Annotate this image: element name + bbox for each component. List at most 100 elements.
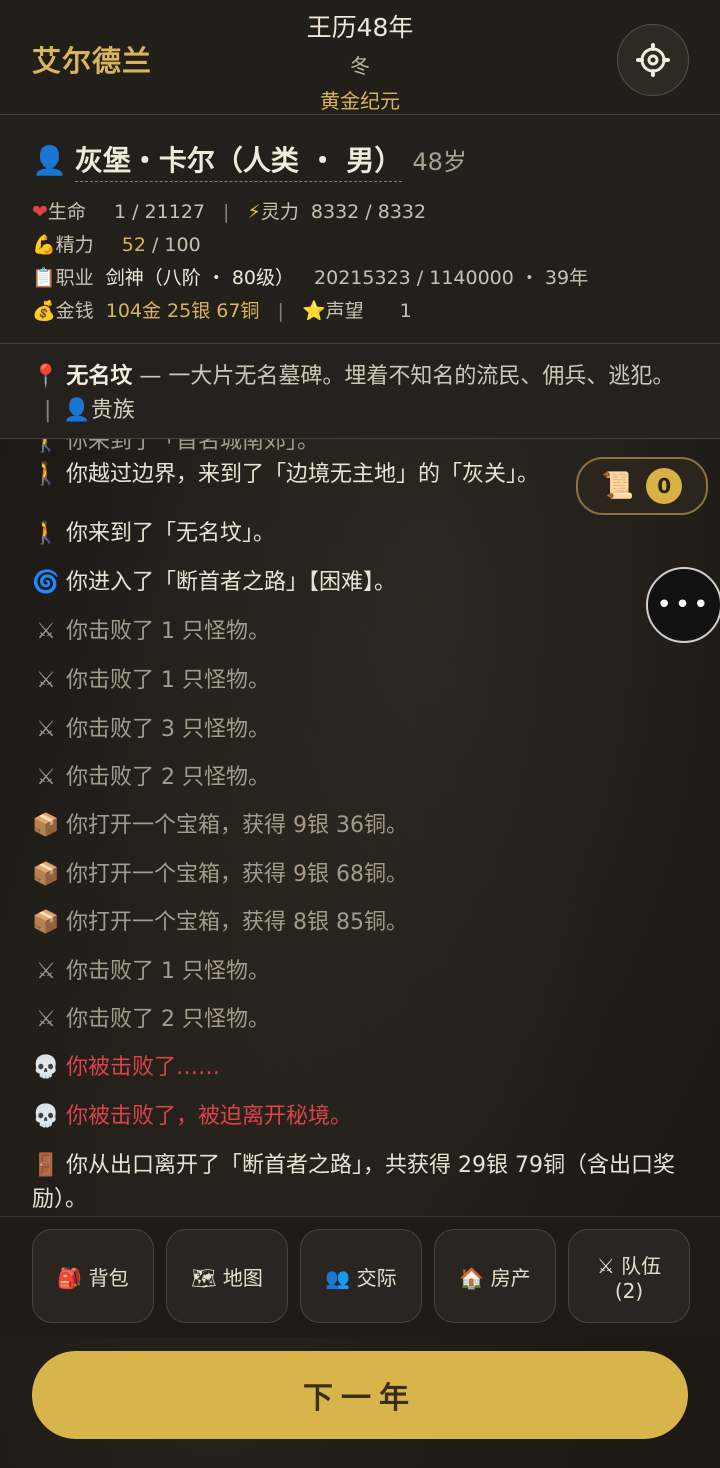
star-icon: ⭐ [301,300,326,322]
muscle-icon: 💪 [32,234,56,256]
exp-value: 20215323 / 1140000 ・ 39年 [314,267,589,289]
scroll-icon: 📜 [601,471,635,501]
log-entry: ⚔ 你击败了 1 只怪物。 [32,664,692,698]
divider: | [277,300,284,322]
mana-label: 灵力 [260,201,299,223]
log-text: 你进入了「断首者之路」【困难】。 [66,570,397,595]
scroll-badge-button[interactable]: 📜 0 [576,457,708,515]
stamina-label: 精力 [55,234,94,256]
log-text: 你击败了 2 只怪物。 [66,1007,270,1032]
moneybag-icon: 💰 [32,300,56,322]
clipboard-icon: 📋 [32,267,56,289]
hp-label: 生命 [47,201,86,223]
money-label: 金钱 [55,300,94,322]
walk-icon: 🚶 [32,462,60,487]
money-value: 104金 25银 67铜 [105,300,260,322]
app-title: 艾尔德兰 [32,44,153,78]
next-year-button[interactable]: 下一年 [32,1351,688,1439]
log-text: 你打开一个宝箱，获得 9银 68铜。 [66,862,408,887]
character-age: 48岁 [412,148,467,176]
log-entry: ⚔ 你击败了 1 只怪物。 [32,615,692,649]
bottom-nav: 🎒 背包 🗺 地图 👥 交际 🏠 房产 ⚔ 队伍 (2) [0,1216,720,1337]
log-text: 你来到了「无名坟」。 [66,521,276,546]
backpack-icon: 🎒 [57,1265,83,1290]
nav-label: 背包 [88,1265,129,1290]
stamina-max: / 100 [151,234,201,256]
swords-icon: ⚔ [36,765,56,790]
location-description: — 一大片无名墓碑。埋着不知名的流民、佣兵、逃犯。 [132,364,675,389]
swords-icon: ⚔ [36,1007,56,1032]
class-value: 剑神（八阶 ・ 80级） [105,267,294,289]
door-icon: 🚪 [32,1153,60,1178]
hp-value: 1 / 21127 [113,201,205,223]
nav-map-button[interactable]: 🗺 地图 [166,1229,288,1323]
stamina-line: 💪精力 52 / 100 [32,230,201,257]
log-text: 你击败了 1 只怪物。 [66,668,270,693]
chest-icon: 📦 [32,813,60,838]
top-header: 艾尔德兰 王历48年 冬 黄金纪元 [0,0,720,115]
nav-label: 地图 [222,1265,263,1290]
chest-icon: 📦 [32,862,60,887]
nav-property-button[interactable]: 🏠 房产 [434,1229,556,1323]
ellipsis-icon: ••• [656,590,712,620]
log-entry: 📦 你打开一个宝箱，获得 9银 68铜。 [32,858,692,892]
log-text: 你击败了 3 只怪物。 [66,717,270,742]
log-entry: 💀 你被击败了…… [32,1051,692,1085]
person-icon: 👤 [32,144,67,177]
team-count: (2) [614,1278,644,1303]
location-name: 无名坟 [66,364,133,389]
season-label: 冬 [350,54,370,78]
chest-icon: 📦 [32,910,60,935]
log-text: 你从出口离开了「断首者之路」，共获得 29银 79铜（含出口奖励）。 [32,1153,675,1212]
log-entry: 🚶 你来到了「无名坟」。 [32,517,692,551]
log-entry: 🌀 你进入了「断首者之路」【困难】。 [32,566,692,600]
people-icon: 👥 [325,1265,351,1290]
log-entry: ⚔ 你击败了 3 只怪物。 [32,713,692,747]
nav-social-button[interactable]: 👥 交际 [300,1229,422,1323]
money-line: 💰金钱 104金 25银 67铜 | ⭐声望 1 [32,296,412,323]
log-entry: ⚔ 你击败了 2 只怪物。 [32,1003,692,1037]
log-text: 你越过边界，来到了「边境无主地」的「灰关」。 [66,462,540,487]
walk-icon: 🚶 [32,439,60,454]
log-text: 你被击败了…… [66,1055,221,1080]
log-text: 你击败了 2 只怪物。 [66,765,270,790]
divider: | [223,201,230,223]
swords-icon: ⚔ [36,668,56,693]
swords-icon: ⚔ [36,619,56,644]
house-icon: 🏠 [459,1265,485,1290]
portal-icon: 🌀 [32,570,60,595]
settings-button[interactable] [617,24,689,96]
mana-value: 8332 / 8332 [310,201,427,223]
hp-mana-line: ❤生命 1 / 21127 | ⚡灵力 8332 / 8332 [32,197,426,224]
log-entry: 🚪 你从出口离开了「断首者之路」，共获得 29银 79铜（含出口奖励）。 [32,1149,692,1215]
nav-backpack-button[interactable]: 🎒 背包 [32,1229,154,1323]
log-text: 你击败了 1 只怪物。 [66,619,270,644]
class-line: 📋职业 剑神（八阶 ・ 80级） 20215323 / 1140000 ・ 39… [32,263,588,290]
divider: | [44,398,52,423]
date-block: 王历48年 冬 黄金纪元 [260,8,460,114]
log-text: 你打开一个宝箱，获得 8银 85铜。 [66,910,408,935]
log-entry: 📦 你打开一个宝箱，获得 8银 85铜。 [32,906,692,940]
nav-team-button[interactable]: ⚔ 队伍 (2) [568,1229,690,1323]
nav-label: 交际 [356,1265,397,1290]
year-label: 王历48年 [306,13,414,42]
log-entry: ⚔ 你击败了 2 只怪物。 [32,761,692,795]
character-name-row: 👤 灰堡・卡尔（人类 ・ 男） 48岁 [32,139,467,182]
log-entry-partial: 🚶 你来到了「首名城南郊」。 [32,439,692,459]
lightning-icon: ⚡ [247,201,261,223]
log-text: 你被击败了，被迫离开秘境。 [66,1104,353,1129]
fame-label: 声望 [325,300,364,322]
location-panel: 📍 无名坟 — 一大片无名墓碑。埋着不知名的流民、佣兵、逃犯。 | 👤贵族 [0,344,720,439]
more-button[interactable]: ••• [646,567,720,643]
skull-icon: 💀 [32,1055,60,1080]
class-label: 职业 [55,267,94,289]
skull-icon: 💀 [32,1104,60,1129]
log-entry: 📦 你打开一个宝箱，获得 9银 36铜。 [32,809,692,843]
swords-icon: ⚔ [36,717,56,742]
heart-icon: ❤ [32,201,48,223]
era-label: 黄金纪元 [320,89,400,113]
character-name[interactable]: 灰堡・卡尔（人类 ・ 男） [74,139,403,182]
nav-label: 队伍 [621,1253,662,1278]
event-log[interactable]: 🚶 你来到了「首名城南郊」。 🚶 你越过边界，来到了「边境无主地」的「灰关」。 🚶 你来… [0,439,720,1215]
swords-icon: ⚔ [36,959,56,984]
